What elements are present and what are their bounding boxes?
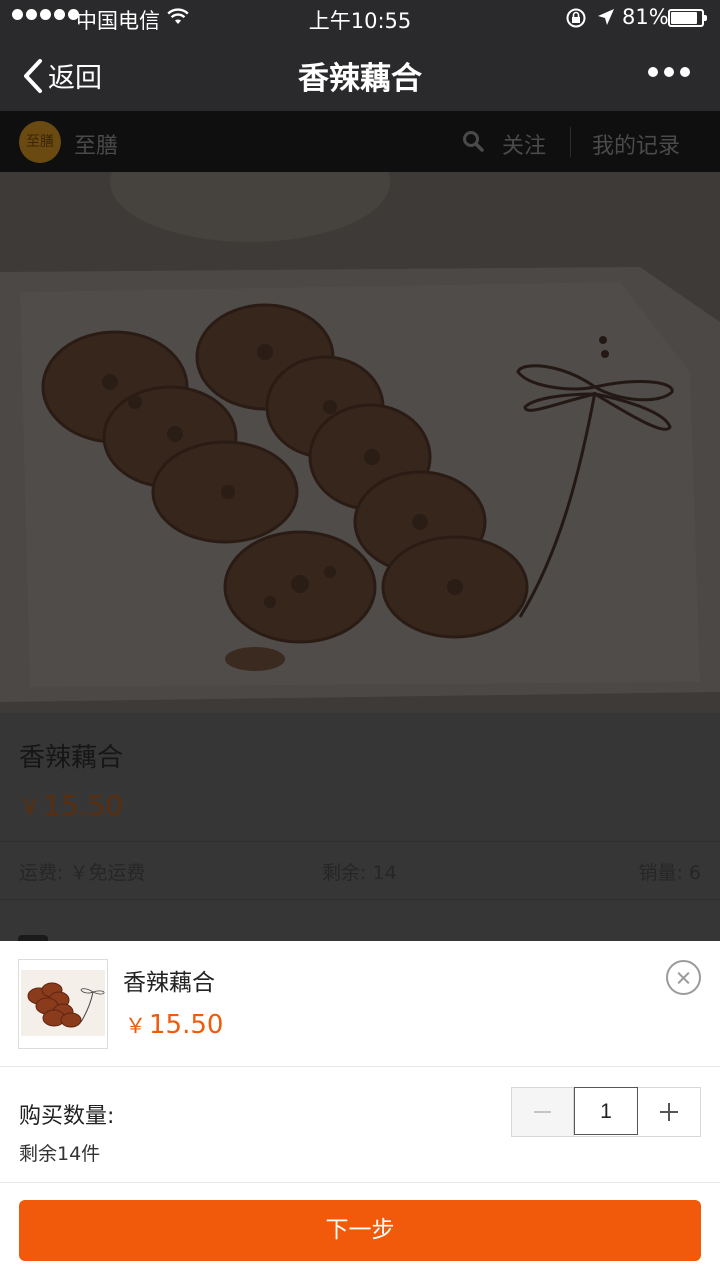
- location-icon: [596, 7, 616, 32]
- purchase-sheet: 香辣藕合 ￥ 15.50 购买数量: 剩余14件 1 下一步: [0, 941, 720, 1280]
- product-thumbnail: [18, 959, 108, 1049]
- quantity-input[interactable]: 1: [574, 1087, 638, 1135]
- stock-label: 剩余14件: [19, 1143, 101, 1165]
- product-title: 香辣藕合: [19, 743, 124, 773]
- follow-button[interactable]: 关注: [502, 128, 546, 160]
- quantity-stepper: 1: [511, 1087, 701, 1137]
- divider: [0, 841, 720, 842]
- divider: [0, 1066, 720, 1067]
- close-icon[interactable]: [666, 960, 701, 995]
- divider: [570, 127, 571, 157]
- shop-bar: 至膳 至膳 关注 我的记录: [0, 111, 720, 172]
- sales-count: 销量: 6: [638, 862, 701, 884]
- remaining-count: 剩余: 14: [322, 862, 397, 884]
- shop-name[interactable]: 至膳: [74, 128, 118, 160]
- shipping-fee: 运费: ￥免运费: [19, 862, 146, 884]
- divider: [0, 1182, 720, 1183]
- divider: [0, 899, 720, 900]
- my-records-link[interactable]: 我的记录: [592, 128, 680, 160]
- currency-symbol: ￥: [125, 1014, 146, 1038]
- product-info: 香辣藕合 ￥15.50 运费: ￥免运费 剩余: 14 销量: 6: [0, 713, 720, 941]
- plus-icon[interactable]: [638, 1088, 700, 1136]
- status-bar: 中国电信 上午10:55 81%: [0, 0, 720, 36]
- search-icon[interactable]: [462, 130, 484, 158]
- battery-percent: 81%: [622, 5, 669, 29]
- more-icon[interactable]: [648, 67, 690, 77]
- product-price: ￥15.50: [19, 789, 123, 822]
- currency-symbol: ￥: [19, 796, 42, 821]
- product-price-value: 15.50: [43, 789, 124, 822]
- battery-icon: [668, 9, 707, 27]
- next-step-button[interactable]: 下一步: [19, 1200, 701, 1261]
- page-title: 香辣藕合: [298, 61, 422, 97]
- rotation-lock-icon: [565, 7, 587, 34]
- minus-icon[interactable]: [512, 1088, 574, 1136]
- quantity-label: 购买数量:: [19, 1104, 115, 1129]
- nav-bar: 返回 香辣藕合: [0, 36, 720, 111]
- sheet-price-value: 15.50: [149, 1010, 224, 1040]
- sheet-product-price: ￥ 15.50: [125, 1010, 223, 1040]
- product-image: [0, 172, 720, 713]
- shop-logo[interactable]: 至膳: [19, 121, 61, 163]
- sheet-product-title: 香辣藕合: [123, 970, 215, 996]
